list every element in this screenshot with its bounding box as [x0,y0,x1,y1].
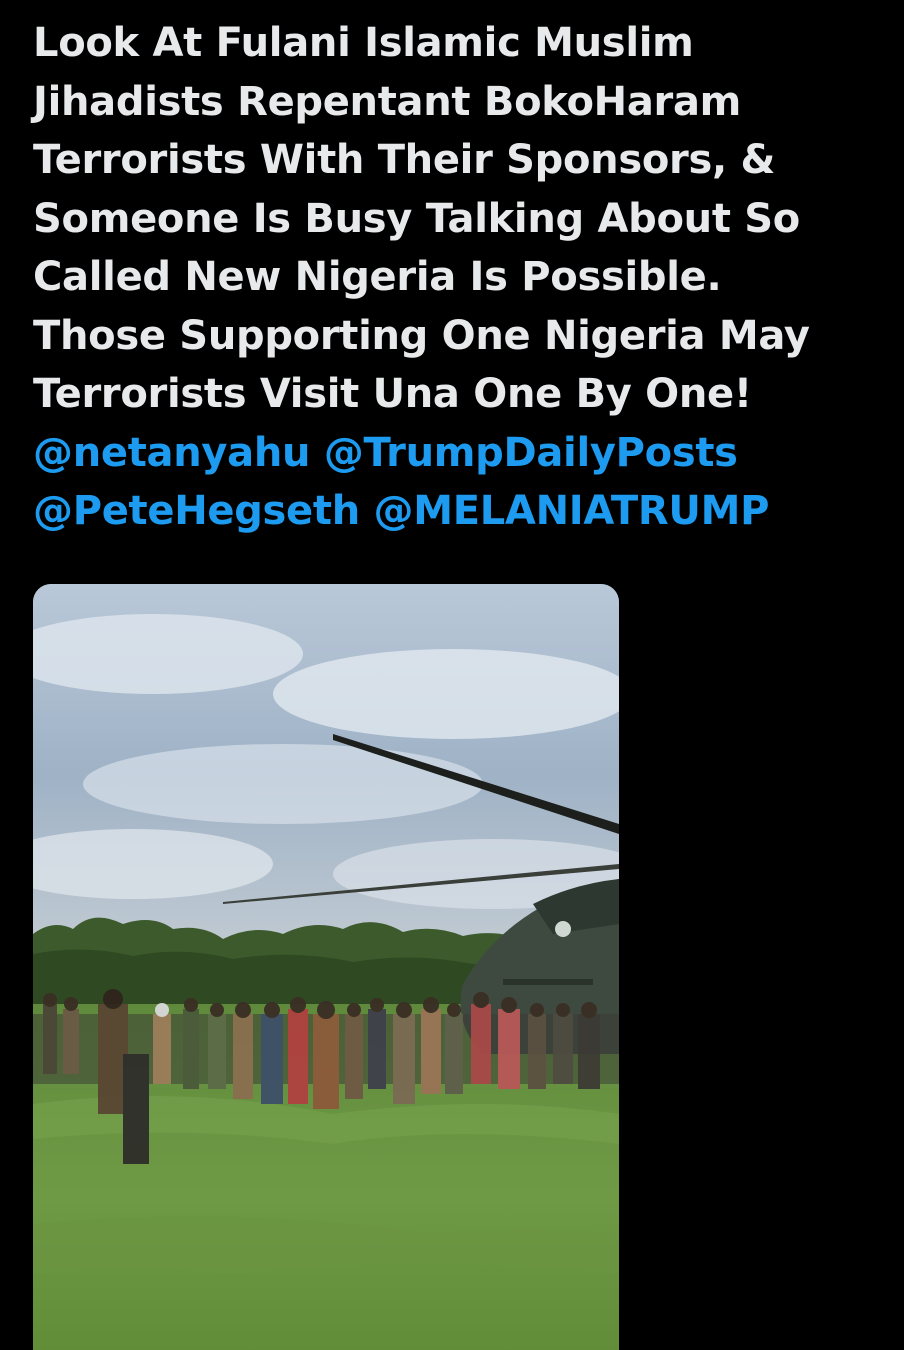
post-text-line: Called New Nigeria Is Possible. [33,254,722,300]
post-text-line: Someone Is Busy Talking About So [33,195,800,242]
mentions-line: @PeteHegseth @MELANIATRUMP [33,482,883,541]
mention-petehegseth[interactable]: @PeteHegseth [33,488,360,534]
mentions-line: @netanyahu @TrumpDailyPosts [33,424,883,483]
post-text-line: Terrorists Visit Una One By One! [33,371,752,417]
mention-netanyahu[interactable]: @netanyahu [33,430,311,476]
post-text: Look At Fulani Islamic Muslim Jihadists … [33,14,883,541]
post-text-line: Look At Fulani Islamic Muslim [33,20,694,66]
mention-trumpdailyposts[interactable]: @TrumpDailyPosts [324,430,738,476]
mention-melaniatrump[interactable]: @MELANIATRUMP [374,488,770,534]
post-text-line: Those Supporting One Nigeria May [33,312,810,359]
helicopter-scene-image [33,584,619,1350]
post-video-thumbnail[interactable] [33,584,619,1350]
post-text-line: Jihadists Repentant BokoHaram [33,78,742,125]
post-text-line: Terrorists With Their Sponsors, & [33,137,776,183]
